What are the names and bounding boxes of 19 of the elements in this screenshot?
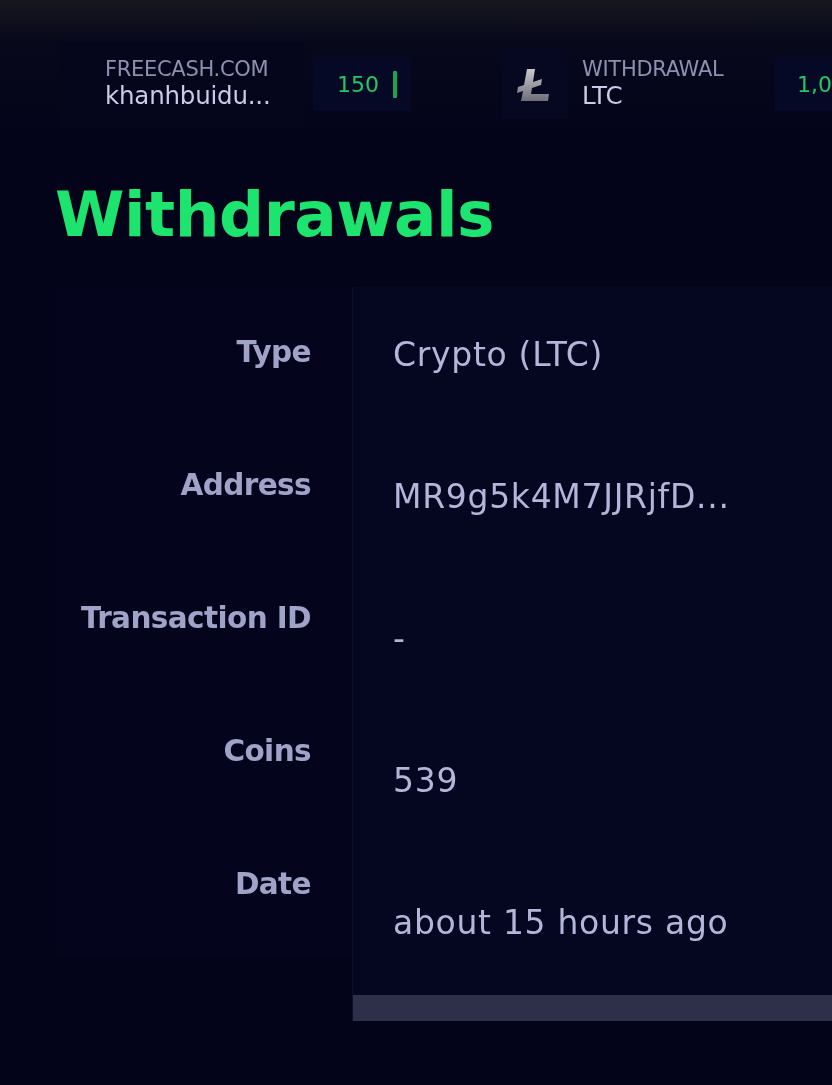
field-value: MR9g5k4M7JJRjfD...: [393, 477, 731, 517]
coin-name: LTC: [582, 81, 624, 111]
field-value: 539: [393, 761, 460, 801]
field-label: Type: [235, 335, 312, 369]
field-label: Transaction ID: [79, 601, 312, 635]
field-value: -: [393, 619, 407, 659]
field-label: Coins: [222, 734, 312, 768]
field-label: Date: [233, 867, 312, 901]
horizontal-scrollbar[interactable]: [353, 995, 832, 1021]
username: khanhbuidu...: [105, 81, 272, 111]
withdrawal-caption: WITHDRAWAL: [582, 57, 725, 81]
page-title: Withdrawals: [55, 180, 496, 250]
site-caption: FREECASH.COM: [105, 57, 270, 81]
accent-bar-icon: [393, 70, 397, 98]
field-label: Address: [179, 468, 312, 502]
field-value: Crypto (LTC): [393, 335, 604, 375]
amount-text: 1,0: [797, 70, 832, 99]
amount-text: 150: [337, 70, 379, 99]
field-value: about 15 hours ago: [393, 903, 730, 943]
